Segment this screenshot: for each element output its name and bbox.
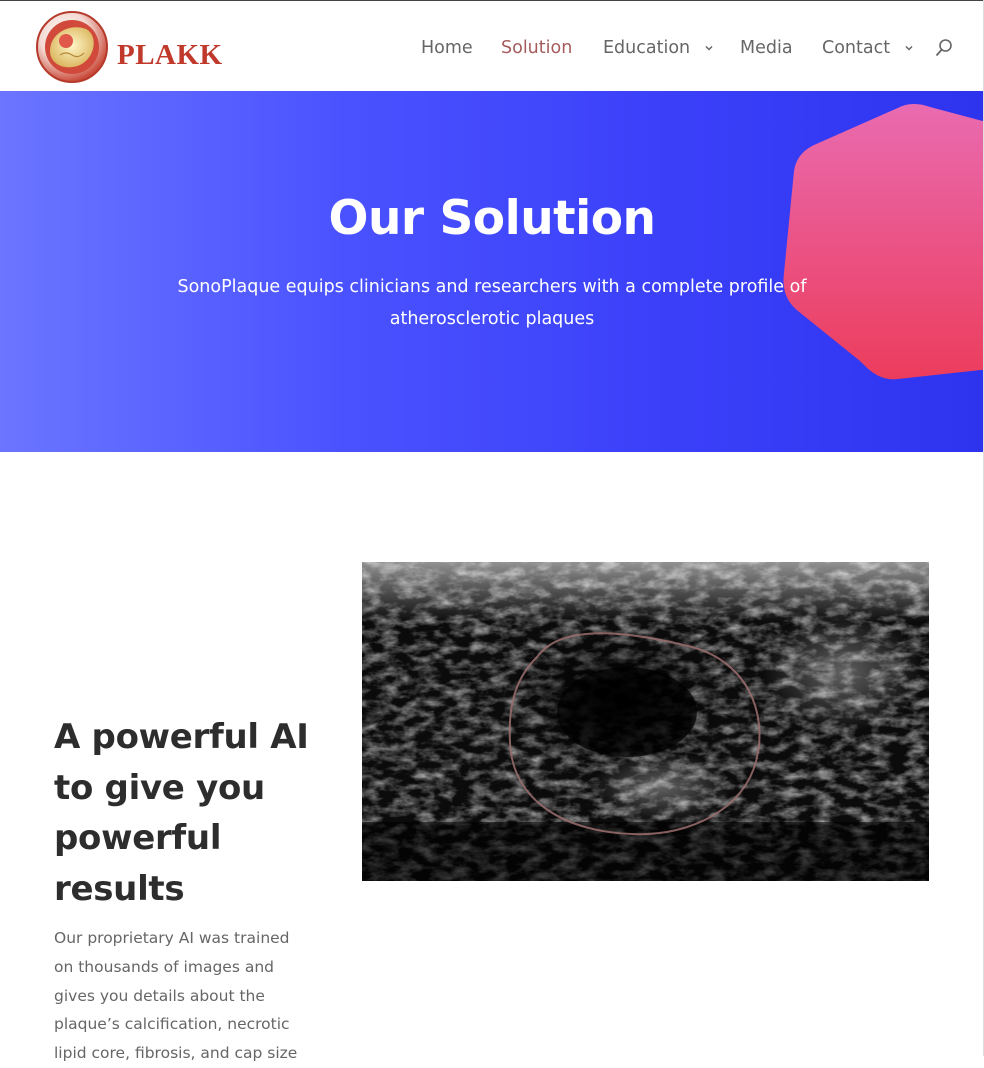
nav-home[interactable]: Home [421, 35, 473, 61]
chevron-down-icon [705, 45, 713, 51]
main-navigation: Home Solution Education Media Contact [0, 1, 984, 91]
decorative-hexagon-shape [783, 104, 984, 380]
search-icon[interactable] [935, 38, 953, 58]
section-heading-line: to give you [54, 767, 265, 808]
nav-home-label: Home [421, 38, 473, 58]
nav-education-label: Education [603, 38, 691, 58]
chevron-down-icon [905, 45, 913, 51]
body-line: gives you details about the [54, 986, 265, 1005]
section-body-text: Our proprietary AI was trained on thousa… [54, 924, 316, 1068]
site-header: PLAKK Home Solution Education Media Cont… [0, 1, 984, 91]
hero-title: Our Solution [328, 191, 657, 246]
nav-media-label: Media [740, 38, 793, 58]
section-heading-line: powerful [54, 818, 222, 858]
nav-contact-label: Contact [822, 38, 891, 58]
body-line: on thousands of images and [54, 957, 274, 976]
section-heading: A powerful AI to give you powerful resul… [54, 712, 334, 914]
nav-education[interactable]: Education [603, 35, 714, 61]
nav-solution[interactable]: Solution [501, 35, 572, 61]
hero-subtitle: SonoPlaque equips clinicians and researc… [150, 271, 834, 335]
nav-media[interactable]: Media [740, 35, 793, 61]
section-heading-line: results [54, 868, 185, 909]
ultrasound-image [362, 562, 929, 881]
body-line: lipid core, fibrosis, and cap size [54, 1044, 298, 1063]
hero-subtitle-line: SonoPlaque equips clinicians and researc… [177, 277, 807, 297]
nav-solution-label: Solution [501, 38, 573, 58]
hero-banner: Our Solution SonoPlaque equips clinician… [0, 91, 984, 452]
body-line: plaque’s calcification, necrotic [54, 1015, 290, 1034]
section-heading-line: A powerful AI [54, 717, 309, 757]
carotid-ultrasound-scan [362, 562, 929, 881]
nav-contact[interactable]: Contact [822, 35, 914, 61]
body-line: Our proprietary AI was trained [54, 929, 290, 947]
hero-subtitle-line: atherosclerotic plaques [389, 309, 595, 329]
